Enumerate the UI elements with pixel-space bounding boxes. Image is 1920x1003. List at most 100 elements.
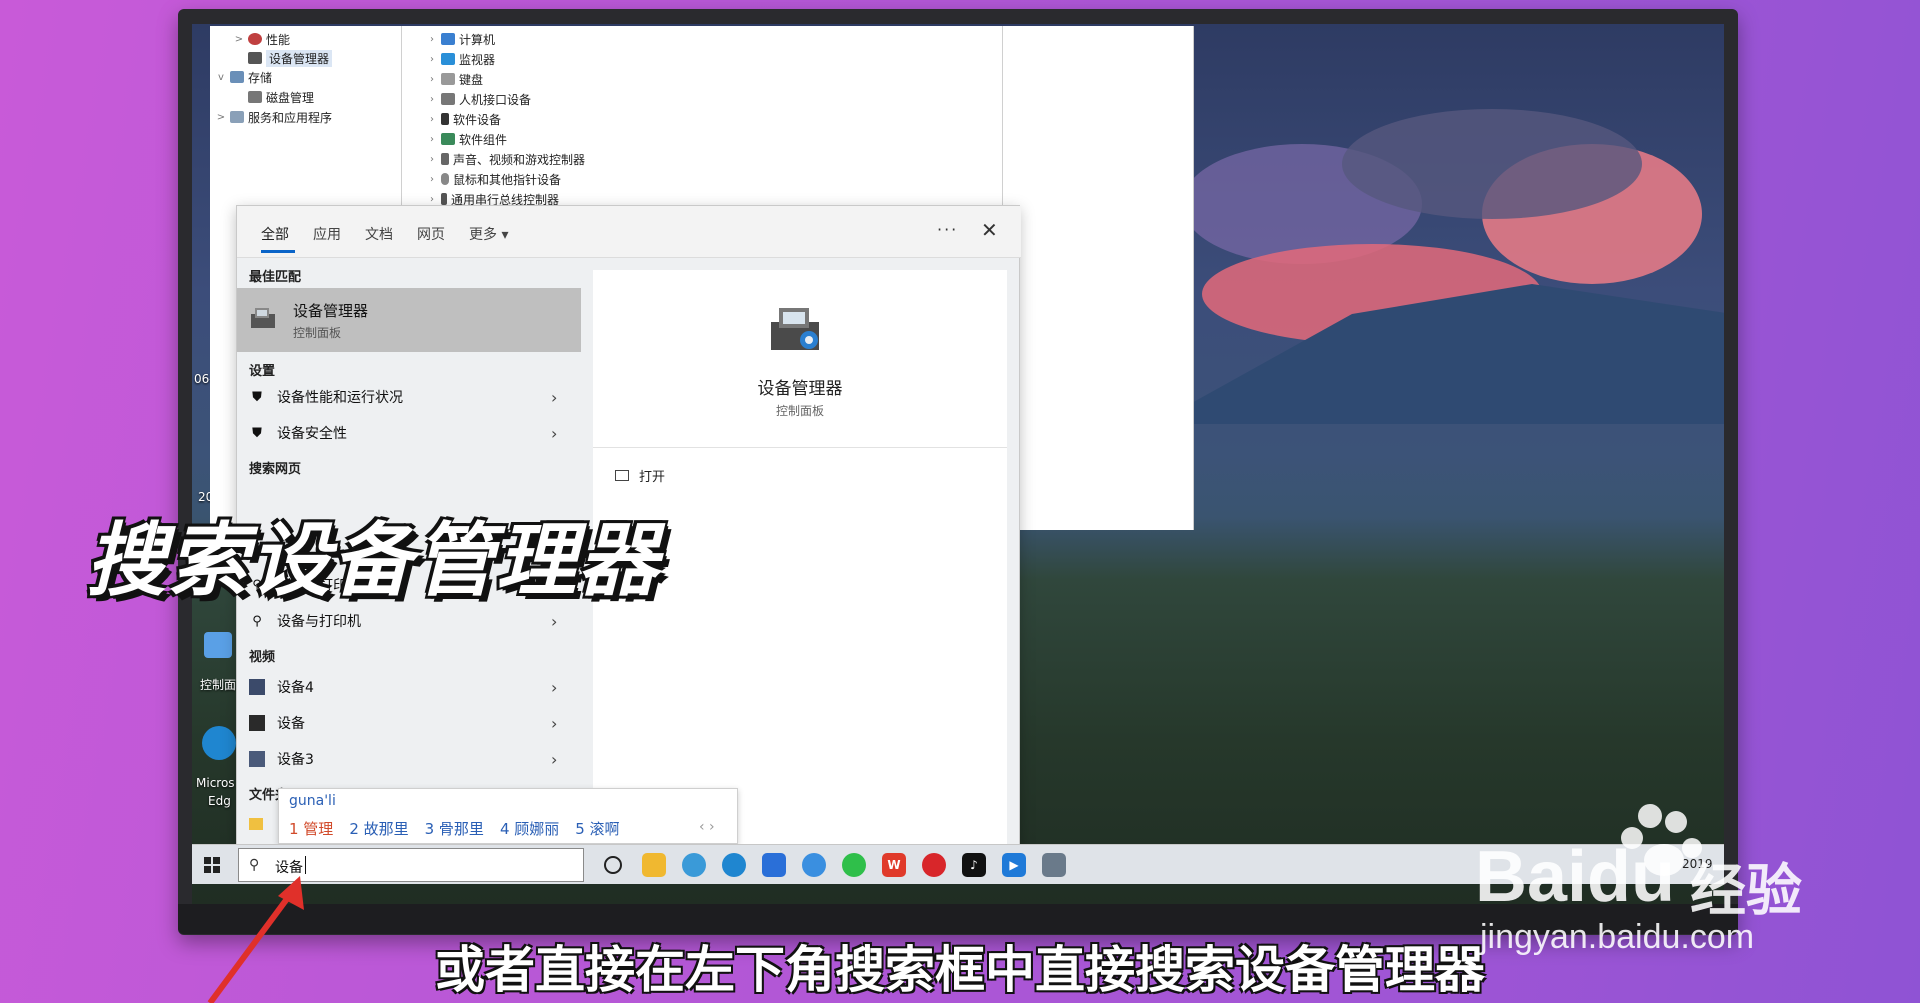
edge-desktop-icon[interactable] <box>202 726 236 760</box>
watermark-brand-part: Bai <box>1475 837 1588 917</box>
device-category[interactable]: › 监视器 <box>427 50 495 68</box>
result-device-security[interactable]: ⛊ 设备安全性 › <box>237 416 581 450</box>
ime-candidate-window: guna'li 1 管理 2 故那里 3 骨那里 4 顾娜丽 5 滚啊 ‹ › <box>278 788 738 844</box>
ime-page-arrows[interactable]: ‹ › <box>699 819 715 835</box>
ime-candidate[interactable]: 4 顾娜丽 <box>500 818 559 839</box>
device-manager-taskbar-icon[interactable] <box>1042 853 1066 877</box>
chevron-right-icon[interactable]: › <box>551 714 557 733</box>
tree-item-label: 存储 <box>248 70 273 85</box>
device-label: 软件设备 <box>453 112 502 127</box>
chevron-right-icon[interactable]: › <box>427 134 437 145</box>
keyboard-icon <box>441 73 455 85</box>
result-label: 设备性能和运行状况 <box>277 390 403 406</box>
watermark-brand-part: du <box>1587 837 1676 917</box>
software-device-icon <box>441 113 449 125</box>
device-category[interactable]: › 声音、视频和游戏控制器 <box>427 150 585 168</box>
chevron-right-icon[interactable]: › <box>551 750 557 769</box>
result-video-device4[interactable]: 设备4 › <box>237 670 581 704</box>
chat-app-icon[interactable] <box>682 853 706 877</box>
tab-apps[interactable]: 应用 <box>313 224 341 244</box>
section-settings: 设置 <box>249 364 276 379</box>
open-action[interactable]: 打开 <box>615 466 665 485</box>
chevron-right-icon[interactable]: › <box>551 388 557 407</box>
tab-all[interactable]: 全部 <box>261 224 289 244</box>
chevron-right-icon[interactable]: › <box>427 34 437 45</box>
result-video-device3[interactable]: 设备3 › <box>237 742 581 776</box>
sogou-icon[interactable] <box>802 853 826 877</box>
device-category[interactable]: › 人机接口设备 <box>427 90 531 108</box>
device-category[interactable]: › 计算机 <box>427 30 495 48</box>
device-category[interactable]: › 软件设备 <box>427 110 501 128</box>
video-player-icon[interactable]: ▶ <box>1002 853 1026 877</box>
tab-web[interactable]: 网页 <box>417 224 445 244</box>
tiktok-icon[interactable]: ♪ <box>962 853 986 877</box>
best-match-device-manager[interactable]: 设备管理器 控制面板 <box>237 288 581 352</box>
control-panel-desktop-icon[interactable] <box>204 632 232 658</box>
folder-icon <box>249 818 263 830</box>
wps-icon[interactable]: W <box>882 853 906 877</box>
ime-candidate[interactable]: 2 故那里 <box>349 818 408 839</box>
result-label: 设备3 <box>277 752 314 768</box>
chevron-right-icon[interactable]: › <box>427 174 437 185</box>
chevron-right-icon[interactable]: › <box>551 612 557 631</box>
chevron-right-icon[interactable]: › <box>427 194 437 205</box>
tree-item-device-manager[interactable]: 设备管理器 <box>248 49 333 67</box>
device-label: 监视器 <box>459 52 496 67</box>
ime-candidate[interactable]: 3 骨那里 <box>425 818 484 839</box>
tree-item-disk-management[interactable]: 磁盘管理 <box>248 88 314 106</box>
chevron-right-icon[interactable]: > <box>216 112 226 123</box>
chevron-down-icon[interactable]: v <box>216 72 226 83</box>
edge-icon[interactable] <box>722 853 746 877</box>
section-best-match: 最佳匹配 <box>249 270 302 285</box>
result-device-health[interactable]: ⛊ 设备性能和运行状况 › <box>237 380 581 414</box>
chevron-right-icon[interactable]: › <box>427 74 437 85</box>
tree-item-services[interactable]: > 服务和应用程序 <box>216 108 332 126</box>
close-icon[interactable]: ✕ <box>981 218 998 242</box>
device-category[interactable]: › 鼠标和其他指针设备 <box>427 170 561 188</box>
netease-music-icon[interactable] <box>922 853 946 877</box>
tab-more[interactable]: 更多 ▾ <box>469 224 508 244</box>
desktop-icon-label: Edg <box>208 794 231 808</box>
tree-item-storage[interactable]: v 存储 <box>216 68 272 86</box>
shield-icon: ⛊ <box>252 389 262 405</box>
chevron-right-icon[interactable]: › <box>427 154 437 165</box>
wechat-icon[interactable] <box>842 853 866 877</box>
wallpaper-clouds <box>1172 109 1724 424</box>
preview-subtitle: 控制面板 <box>775 404 824 418</box>
result-video-device[interactable]: 设备 › <box>237 706 581 740</box>
desktop-icon-label: 控制面 <box>200 678 237 692</box>
chevron-right-icon[interactable]: › <box>427 114 437 125</box>
tree-item-performance[interactable]: > 性能 <box>234 30 290 48</box>
result-label: 设备安全性 <box>277 426 347 442</box>
device-category[interactable]: › 键盘 <box>427 70 483 88</box>
ime-candidate[interactable]: 1 管理 <box>289 818 333 839</box>
tab-documents[interactable]: 文档 <box>365 224 393 244</box>
ime-candidates: 1 管理 2 故那里 3 骨那里 4 顾娜丽 5 滚啊 <box>289 818 620 839</box>
chevron-right-icon[interactable]: > <box>234 34 244 45</box>
video-thumbnail-icon <box>249 715 265 731</box>
more-options-icon[interactable]: ··· <box>937 220 958 239</box>
device-manager-icon <box>248 52 262 64</box>
result-label: 设备与打印机 <box>277 614 361 630</box>
task-view-icon[interactable] <box>604 856 622 874</box>
open-icon <box>615 470 629 481</box>
device-label: 人机接口设备 <box>459 92 532 107</box>
best-match-subtitle: 控制面板 <box>293 326 342 340</box>
device-category[interactable]: › 软件组件 <box>427 130 507 148</box>
chevron-right-icon[interactable]: › <box>427 94 437 105</box>
best-match-title: 设备管理器 <box>293 302 369 320</box>
performance-icon <box>248 33 262 45</box>
chevron-right-icon[interactable]: › <box>551 678 557 697</box>
watermark-name: 经验 <box>1690 859 1802 924</box>
result-label: 设备4 <box>277 680 314 696</box>
file-explorer-icon[interactable] <box>642 853 666 877</box>
device-manager-icon <box>771 308 819 350</box>
chevron-right-icon[interactable]: › <box>427 54 437 65</box>
chevron-right-icon[interactable]: › <box>551 424 557 443</box>
tree-item-label: 设备管理器 <box>266 49 333 67</box>
tree-item-label: 性能 <box>266 32 291 47</box>
search-tabs: 全部 应用 文档 网页 更多 ▾ ··· ✕ <box>237 206 1021 258</box>
feishu-icon[interactable] <box>762 853 786 877</box>
ime-candidate[interactable]: 5 滚啊 <box>575 818 619 839</box>
result-label: 设备 <box>277 716 305 732</box>
